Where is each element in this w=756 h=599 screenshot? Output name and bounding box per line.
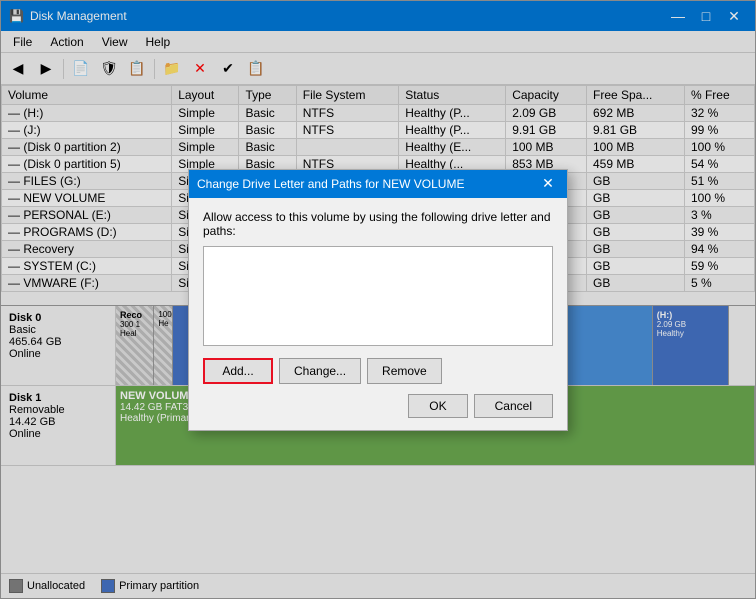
modal-cancel-button[interactable]: Cancel bbox=[474, 394, 553, 418]
modal-overlay: Change Drive Letter and Paths for NEW VO… bbox=[0, 0, 756, 599]
modal-close-button[interactable]: ✕ bbox=[537, 174, 559, 194]
modal-ok-cancel-buttons: OK Cancel bbox=[203, 394, 553, 418]
modal-body: Allow access to this volume by using the… bbox=[189, 198, 567, 430]
modal-description: Allow access to this volume by using the… bbox=[203, 210, 553, 238]
modal-title-bar: Change Drive Letter and Paths for NEW VO… bbox=[189, 170, 567, 198]
modal-title: Change Drive Letter and Paths for NEW VO… bbox=[197, 177, 464, 191]
modal-paths-listbox[interactable] bbox=[203, 246, 553, 346]
modal-ok-button[interactable]: OK bbox=[408, 394, 467, 418]
modal-action-buttons: Add... Change... Remove bbox=[203, 358, 553, 384]
change-drive-letter-modal: Change Drive Letter and Paths for NEW VO… bbox=[188, 169, 568, 431]
modal-add-button[interactable]: Add... bbox=[203, 358, 273, 384]
modal-remove-button[interactable]: Remove bbox=[367, 358, 442, 384]
modal-change-button[interactable]: Change... bbox=[279, 358, 361, 384]
